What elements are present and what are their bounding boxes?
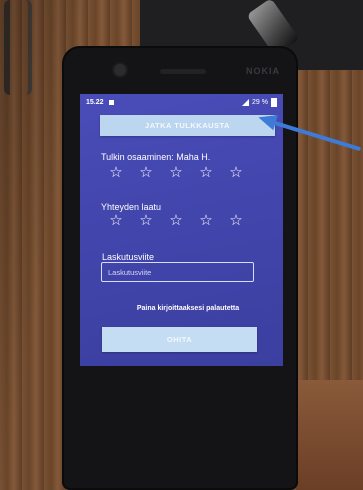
cable	[4, 0, 32, 95]
skip-button[interactable]: OHITA	[102, 327, 257, 352]
billing-reference-input[interactable]	[101, 262, 254, 282]
interpreter-rating-label: Tulkin osaaminen: Maha H.	[101, 152, 211, 162]
billing-reference-label: Laskutusviite	[102, 252, 155, 262]
star-icon[interactable]: ☆	[138, 213, 154, 229]
star-icon[interactable]: ☆	[228, 213, 244, 229]
write-feedback-link[interactable]: Paina kirjoittaaksesi palautetta	[108, 305, 268, 312]
status-bar: 15.22 29 %	[80, 94, 283, 110]
interpreter-rating-stars: ☆ ☆ ☆ ☆ ☆	[108, 165, 244, 181]
signal-icon	[242, 98, 250, 106]
star-icon[interactable]: ☆	[198, 165, 214, 181]
status-right: 29 %	[242, 97, 277, 107]
star-icon[interactable]: ☆	[168, 213, 184, 229]
floor-background	[296, 380, 363, 490]
earpiece	[160, 69, 206, 74]
continue-interpreting-button[interactable]: JATKA TULKKAUSTA	[100, 115, 275, 136]
star-icon[interactable]: ☆	[138, 165, 154, 181]
battery-level: 29 %	[252, 98, 268, 106]
battery-icon	[271, 97, 277, 107]
star-icon[interactable]: ☆	[198, 213, 214, 229]
star-icon[interactable]: ☆	[108, 213, 124, 229]
connection-rating-stars: ☆ ☆ ☆ ☆ ☆	[108, 213, 244, 229]
phone-brand-logo: NOKIA	[246, 66, 280, 76]
status-time: 15.22	[86, 98, 104, 106]
star-icon[interactable]: ☆	[168, 165, 184, 181]
camera-icon	[114, 64, 126, 76]
star-icon[interactable]: ☆	[228, 165, 244, 181]
connection-rating-label: Yhteyden laatu	[101, 202, 162, 212]
star-icon[interactable]: ☆	[108, 165, 124, 181]
notification-icon	[108, 99, 114, 105]
